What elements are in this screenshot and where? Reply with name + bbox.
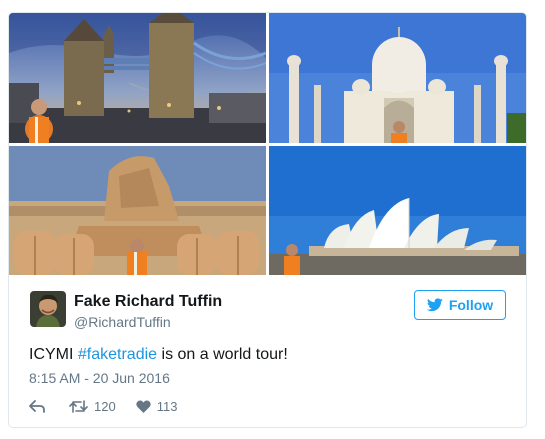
reply-icon xyxy=(29,399,45,413)
tweet-text-prefix: ICYMI xyxy=(29,346,78,363)
follow-button-label: Follow xyxy=(448,297,494,313)
retweet-button[interactable]: 120 xyxy=(69,399,116,414)
photo-taj-mahal[interactable] xyxy=(269,13,526,143)
tweet-actions: 120 113 xyxy=(29,397,177,415)
twitter-bird-icon xyxy=(426,298,443,312)
photo-sphinx[interactable] xyxy=(9,146,266,275)
tweet-timestamp[interactable]: 8:15 AM - 20 Jun 2016 xyxy=(29,370,170,386)
reply-button[interactable] xyxy=(29,399,47,413)
tweet-card[interactable]: Fake Richard Tuffin @RichardTuffin Follo… xyxy=(8,12,527,428)
retweet-icon xyxy=(69,399,88,413)
follow-button[interactable]: Follow xyxy=(414,290,506,320)
retweet-count: 120 xyxy=(94,398,116,414)
like-count: 113 xyxy=(156,398,178,414)
heart-icon xyxy=(136,399,151,413)
photo-tower-bridge[interactable] xyxy=(9,13,266,143)
tweet-text: ICYMI #faketradie is on a world tour! xyxy=(29,346,288,364)
photo-sydney-opera-house[interactable] xyxy=(269,146,526,275)
tweet-text-suffix: is on a world tour! xyxy=(157,346,288,363)
avatar[interactable] xyxy=(30,291,66,327)
hashtag-link[interactable]: #faketradie xyxy=(78,346,157,363)
author-handle[interactable]: @RichardTuffin xyxy=(74,314,171,330)
like-button[interactable]: 113 xyxy=(136,398,178,414)
author-name[interactable]: Fake Richard Tuffin xyxy=(74,293,222,311)
photo-mosaic xyxy=(9,13,526,275)
